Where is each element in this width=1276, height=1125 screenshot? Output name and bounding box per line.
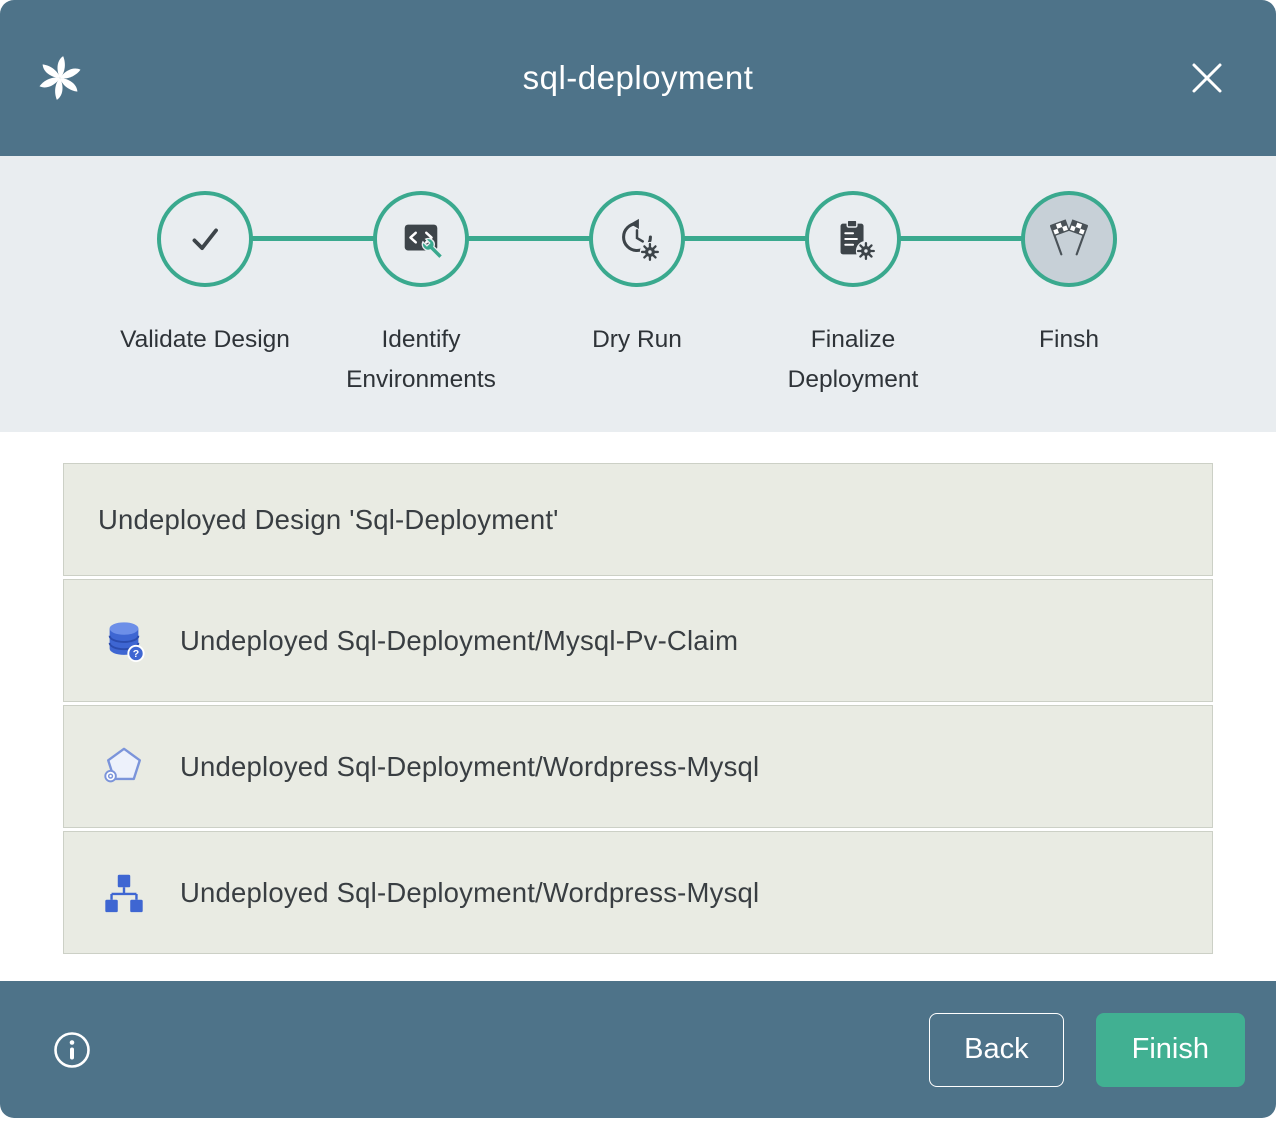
app-logo-icon: [35, 53, 85, 103]
step-label: Dry Run: [592, 320, 682, 360]
dialog-header: sql-deployment: [0, 0, 1276, 156]
status-row: Undeployed Sql-Deployment/Wordpress-Mysq…: [63, 705, 1213, 828]
status-row: ? Undeployed Sql-Deployment/Mysql-Pv-Cla…: [63, 579, 1213, 702]
info-button[interactable]: [52, 1030, 92, 1070]
dialog-title: sql-deployment: [0, 59, 1276, 97]
step-validate-design: Validate Design: [97, 156, 313, 400]
close-button[interactable]: [1185, 56, 1229, 100]
dialog-footer: Back Finish: [0, 981, 1276, 1118]
check-icon: [182, 216, 228, 262]
step-finalize-deployment: Finalize Deployment: [745, 156, 961, 400]
close-icon: [1188, 59, 1226, 97]
dry-run-icon: [614, 216, 660, 262]
clipboard-gear-icon: [830, 216, 876, 262]
pod-icon: [101, 744, 147, 790]
finish-button[interactable]: Finish: [1096, 1013, 1245, 1087]
step-circle: [157, 191, 253, 287]
status-row: Undeployed Sql-Deployment/Wordpress-Mysq…: [63, 831, 1213, 954]
database-icon: ?: [101, 618, 147, 664]
back-button[interactable]: Back: [929, 1013, 1063, 1087]
step-circle: [805, 191, 901, 287]
workload-tree-icon: [101, 870, 147, 916]
status-text: Undeployed Sql-Deployment/Mysql-Pv-Claim: [180, 625, 738, 657]
status-text: Undeployed Sql-Deployment/Wordpress-Mysq…: [180, 751, 759, 783]
step-label: Finsh: [1039, 320, 1099, 360]
code-wrench-icon: [398, 216, 444, 262]
info-icon: [52, 1030, 92, 1070]
status-text: Undeployed Sql-Deployment/Wordpress-Mysq…: [180, 877, 759, 909]
step-dry-run: Dry Run: [529, 156, 745, 400]
step-finish: Finsh: [961, 156, 1177, 400]
svg-text:?: ?: [133, 648, 139, 660]
step-circle: [589, 191, 685, 287]
status-text: Undeployed Design 'Sql-Deployment': [98, 504, 559, 536]
deployment-status-panel: Undeployed Design 'Sql-Deployment' ? Und…: [0, 432, 1276, 981]
step-circle: [373, 191, 469, 287]
step-circle: [1021, 191, 1117, 287]
step-label: Identify Environments: [334, 320, 509, 400]
step-label: Validate Design: [120, 320, 290, 360]
deployment-wizard-dialog: sql-deployment Validate Design: [0, 0, 1276, 1118]
wizard-stepper: Validate Design Identify Environments: [0, 156, 1276, 432]
checkered-flags-icon: [1046, 216, 1092, 262]
step-label: Finalize Deployment: [766, 320, 941, 400]
stepper-steps: Validate Design Identify Environments: [97, 156, 1177, 400]
status-row: Undeployed Design 'Sql-Deployment': [63, 463, 1213, 576]
step-identify-environments: Identify Environments: [313, 156, 529, 400]
